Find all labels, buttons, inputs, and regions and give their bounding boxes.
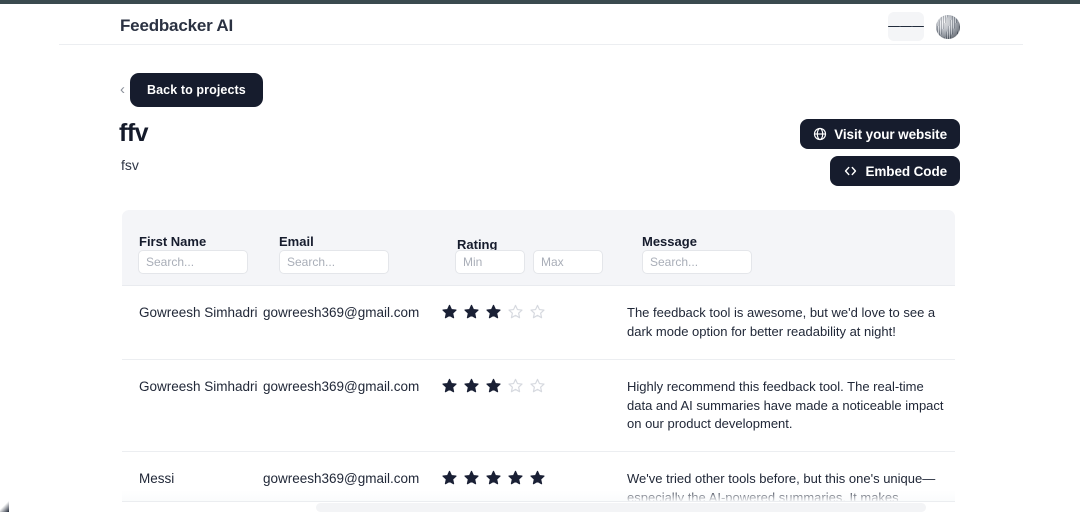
star-filled-icon — [486, 471, 501, 485]
search-input-message[interactable] — [642, 250, 752, 274]
cell-email: gowreesh369@gmail.com — [263, 378, 420, 394]
table-header-row: First Name Email Rating Message — [122, 210, 955, 286]
chevron-left-icon[interactable]: ‹ — [120, 82, 125, 99]
table-bottom-rule — [122, 501, 955, 502]
rating-min-input[interactable] — [455, 250, 525, 274]
visit-your-website-label: Visit your website — [834, 126, 947, 142]
star-empty-icon — [508, 304, 523, 319]
back-to-projects-button[interactable]: Back to projects — [130, 73, 263, 107]
star-empty-icon — [530, 304, 545, 319]
cell-first-name: Gowreesh Simhadri — [139, 305, 258, 320]
cell-message: Highly recommend this feedback tool. The… — [627, 378, 944, 432]
search-input-email[interactable] — [279, 250, 389, 274]
cell-email: gowreesh369@gmail.com — [263, 305, 420, 320]
viewport-corner-artifact — [0, 500, 9, 512]
star-filled-icon — [442, 471, 457, 485]
cell-rating — [441, 378, 627, 393]
page-title: ffv — [119, 119, 149, 147]
hamburger-line — [888, 25, 900, 28]
star-empty-icon — [508, 378, 523, 392]
cell-rating — [441, 470, 627, 485]
star-empty-icon — [530, 378, 545, 392]
search-input-first-name[interactable] — [138, 250, 248, 274]
rating-max-input[interactable] — [533, 250, 603, 274]
horizontal-scrollbar-thumb[interactable] — [316, 503, 926, 512]
cell-first-name: Gowreesh Simhadri — [139, 378, 258, 394]
table-body: Gowreesh Simhadri gowreesh369@gmail.com Th… — [122, 286, 955, 515]
cell-rating — [441, 304, 627, 319]
star-filled-icon — [442, 304, 457, 319]
embed-code-label: Embed Code — [865, 163, 947, 179]
hamburger-menu-icon[interactable] — [888, 12, 924, 41]
star-filled-icon — [442, 378, 457, 392]
hamburger-line — [900, 25, 912, 28]
star-filled-icon — [508, 471, 523, 485]
cell-email: gowreesh369@gmail.com — [263, 471, 420, 487]
column-header-first-name: First Name — [139, 234, 207, 249]
feedback-table: First Name Email Rating Message Gowreesh… — [122, 210, 955, 515]
header-actions — [888, 12, 960, 41]
cell-first-name: Messi — [139, 471, 175, 487]
page-subtitle: fsv — [121, 157, 139, 173]
star-filled-icon — [464, 304, 479, 319]
avatar[interactable] — [936, 14, 960, 39]
star-filled-icon — [464, 378, 479, 392]
column-header-email: Email — [279, 234, 314, 249]
hamburger-line — [912, 25, 924, 28]
embed-code-button[interactable]: Embed Code — [830, 156, 960, 186]
globe-icon — [814, 127, 827, 141]
header-divider — [59, 44, 1023, 45]
project-action-buttons: Visit your website Embed Code — [800, 119, 960, 186]
star-filled-icon — [486, 378, 501, 392]
column-header-message: Message — [642, 234, 697, 249]
table-row[interactable]: Gowreesh Simhadri gowreesh369@gmail.com Hi… — [122, 360, 955, 453]
star-filled-icon — [464, 471, 479, 485]
back-navigation: ‹ Back to projects — [120, 73, 263, 107]
cell-message: The feedback tool is awesome, but we'd l… — [627, 305, 936, 339]
visit-your-website-button[interactable]: Visit your website — [800, 119, 960, 149]
app-header: Feedbacker AI — [0, 4, 1080, 45]
table-row[interactable]: Gowreesh Simhadri gowreesh369@gmail.com Th… — [122, 286, 955, 360]
star-filled-icon — [486, 304, 501, 319]
code-brackets-icon — [845, 166, 857, 176]
app-brand-title: Feedbacker AI — [120, 16, 233, 35]
star-filled-icon — [530, 471, 545, 485]
